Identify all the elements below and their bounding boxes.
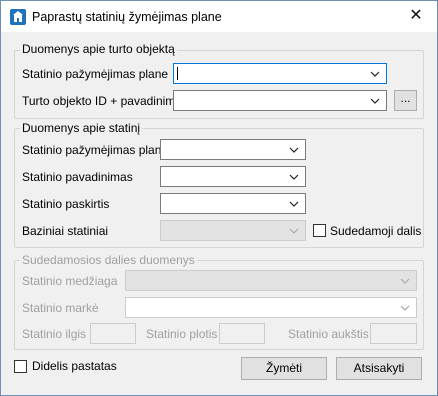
group-building-legend: Duomenys apie statinį [20,121,143,135]
width-label: Statinio plotis [146,327,218,341]
building-mark-label: Statinio pažymėjimas plane [22,143,169,157]
chevron-down-icon [289,174,299,180]
width-input [219,323,265,344]
chevron-down-icon [289,228,299,234]
building-name-label: Statinio pavadinimas [22,170,133,184]
chevron-down-icon [289,201,299,207]
chevron-down-icon [370,98,380,104]
building-purpose-label: Statinio paskirtis [22,197,110,211]
cancel-button[interactable]: Atsisakyti [336,357,422,380]
window-title: Paprastų statinių žymėjimas plane [32,10,222,24]
chevron-down-icon [400,305,410,311]
group-part-legend: Sudedamosios dalies duomenys [20,253,197,267]
chevron-down-icon [400,278,410,284]
building-name-combo[interactable] [160,166,306,187]
text-cursor [177,67,178,80]
group-object-legend: Duomenys apie turto objektą [20,42,177,56]
height-label: Statinio aukštis [288,327,369,341]
chevron-down-icon [370,71,380,77]
material-combo [125,270,417,291]
building-purpose-combo[interactable] [160,193,306,214]
title-bar: Paprastų statinių žymėjimas plane ✕ [1,1,437,32]
object-id-label: Turto objekto ID + pavadinimas [22,94,188,108]
mark-button[interactable]: Žymėti [241,357,327,380]
composite-part-checkbox[interactable] [313,224,326,237]
dialog-window: Paprastų statinių žymėjimas plane ✕ Duom… [0,0,438,396]
height-input [370,323,417,344]
large-building-checkbox[interactable] [14,360,27,373]
chevron-down-icon [289,147,299,153]
length-label: Statinio ilgis [22,327,87,341]
close-button[interactable]: ✕ [401,4,431,28]
building-mark-combo[interactable] [160,139,306,160]
base-buildings-combo [160,220,306,241]
base-buildings-label: Baziniai statiniai [22,224,109,238]
brand-label: Statinio markė [22,301,99,315]
building-icon [10,9,26,25]
object-mark-combo[interactable] [173,63,387,84]
composite-part-label: Sudedamoji dalis [330,224,422,238]
browse-button[interactable]: ... [394,90,417,111]
object-mark-label: Statinio pažymėjimas plane [22,67,169,81]
brand-combo [125,297,417,318]
material-label: Statinio medžiaga [22,274,118,288]
large-building-label: Didelis pastatas [32,359,117,373]
object-id-combo[interactable] [173,90,387,111]
length-input [90,323,136,344]
close-icon: ✕ [409,7,423,24]
